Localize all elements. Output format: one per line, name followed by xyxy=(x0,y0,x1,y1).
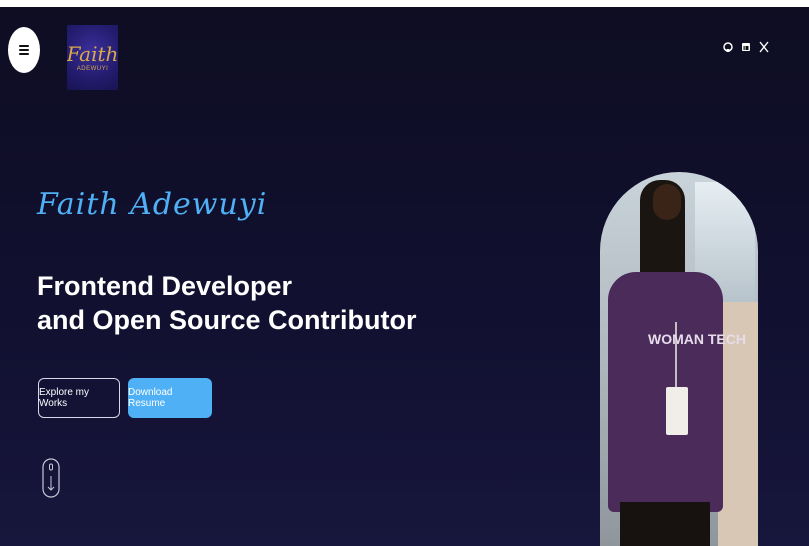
photo-shirt-text: WOMAN TECH xyxy=(648,331,746,347)
explore-works-button[interactable]: Explore my Works xyxy=(38,378,120,418)
hamburger-icon xyxy=(19,45,29,55)
menu-button[interactable] xyxy=(8,27,40,73)
scroll-down-icon[interactable] xyxy=(42,458,60,498)
hero-title-line2: and Open Source Contributor xyxy=(37,305,417,335)
logo[interactable]: Faith ADEWUYI xyxy=(67,25,118,90)
logo-script-text: Faith xyxy=(67,41,118,66)
hero-title-line1: Frontend Developer xyxy=(37,271,293,301)
hero-title: Frontend Developer and Open Source Contr… xyxy=(37,269,417,337)
photo-skirt xyxy=(620,502,710,546)
logo-sub-text: ADEWUYI xyxy=(76,65,109,72)
photo-face xyxy=(653,184,681,220)
linkedin-icon[interactable] xyxy=(741,40,751,52)
top-strip xyxy=(0,0,809,7)
photo-badge xyxy=(666,387,688,435)
hero-name: Faith Adewuyi xyxy=(37,187,268,222)
github-icon[interactable] xyxy=(723,40,733,52)
social-links xyxy=(723,40,769,53)
download-resume-button[interactable]: Download Resume xyxy=(128,378,212,418)
profile-photo: WOMAN TECH xyxy=(600,172,758,546)
x-icon[interactable] xyxy=(759,40,769,53)
hero-section: Faith ADEWUYI Faith Adewuyi Frontend Dev… xyxy=(0,7,809,546)
